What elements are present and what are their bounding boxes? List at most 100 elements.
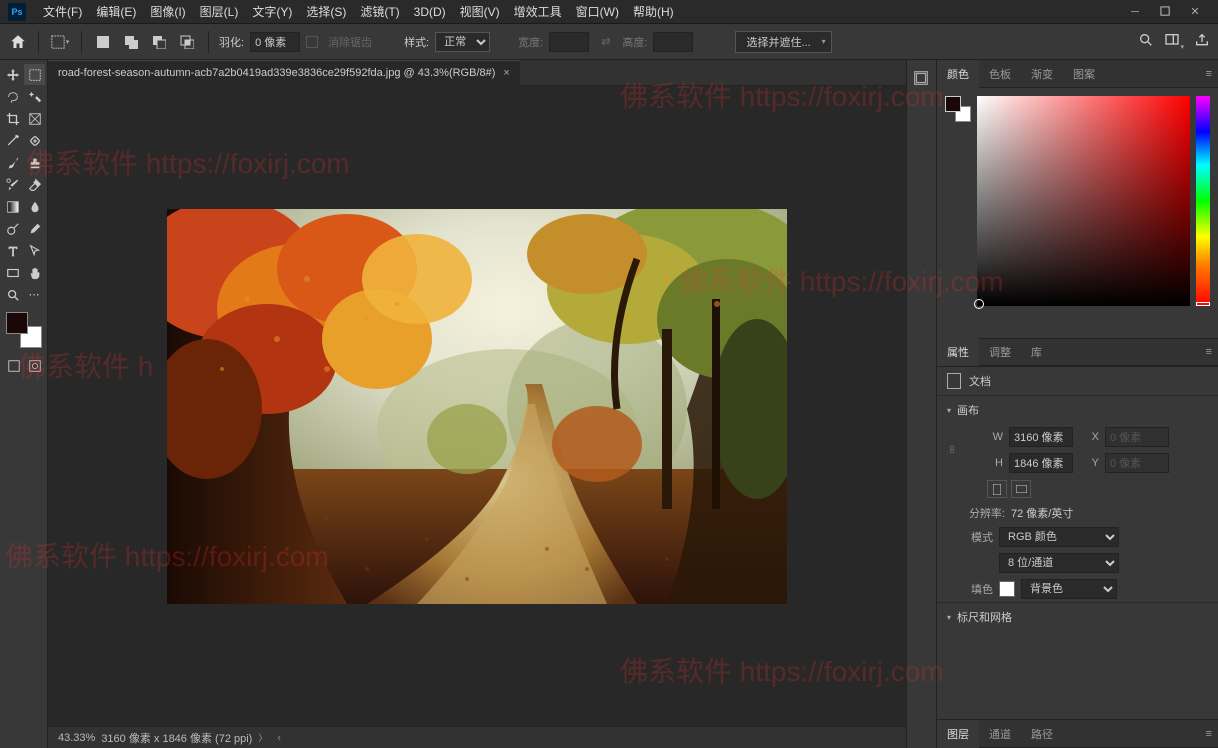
document-type-icon <box>947 373 961 389</box>
dock-history-icon[interactable] <box>909 66 933 90</box>
boolean-new-icon[interactable] <box>92 31 114 53</box>
antialias-checkbox[interactable] <box>306 36 318 48</box>
home-icon[interactable] <box>8 32 28 52</box>
canvas-width-input[interactable] <box>1009 427 1073 447</box>
select-and-mask-button[interactable]: 选择并遮住... <box>735 31 831 53</box>
dodge-tool[interactable] <box>2 218 23 239</box>
lasso-tool[interactable] <box>2 86 23 107</box>
hue-slider[interactable] <box>1196 96 1210 306</box>
color-mode-select[interactable]: RGB 颜色 <box>999 527 1119 547</box>
zoom-tool[interactable] <box>2 284 23 305</box>
color-swatch[interactable] <box>6 312 42 348</box>
document-tab[interactable]: road-forest-season-autumn-acb7a2b0419ad3… <box>48 60 520 86</box>
boolean-intersect-icon[interactable] <box>176 31 198 53</box>
orientation-landscape-icon[interactable] <box>1011 480 1031 498</box>
props-doc-label: 文档 <box>969 373 991 389</box>
zoom-readout[interactable]: 43.33% <box>58 732 95 744</box>
window-maximize-button[interactable] <box>1150 2 1180 22</box>
menu-select[interactable]: 选择(S) <box>299 3 353 20</box>
swap-wh-icon[interactable]: ⇄ <box>601 35 610 48</box>
eyedropper-tool[interactable] <box>2 130 23 151</box>
healing-tool[interactable] <box>24 130 45 151</box>
height-label: 高度: <box>622 34 647 50</box>
type-tool[interactable] <box>2 240 23 261</box>
tab-adjustments[interactable]: 调整 <box>979 338 1021 366</box>
tab-gradients[interactable]: 渐变 <box>1021 60 1063 88</box>
style-select[interactable]: 正常 <box>435 32 490 52</box>
color-panel <box>937 88 1218 338</box>
canvas-y-input <box>1105 453 1169 473</box>
link-wh-icon[interactable]: 𝟾 <box>945 444 959 457</box>
workspace-icon[interactable]: ▾ <box>1164 32 1184 51</box>
eraser-tool[interactable] <box>24 174 45 195</box>
menu-edit[interactable]: 编辑(E) <box>89 3 143 20</box>
feather-input[interactable] <box>250 32 300 52</box>
menu-type[interactable]: 文字(Y) <box>245 3 299 20</box>
history-brush-tool[interactable] <box>2 174 23 195</box>
search-icon[interactable] <box>1138 32 1154 51</box>
marquee-preset-icon[interactable]: ▾ <box>49 31 71 53</box>
menu-file[interactable]: 文件(F) <box>36 3 89 20</box>
menu-filter[interactable]: 滤镜(T) <box>353 3 406 20</box>
rectangle-tool[interactable] <box>2 262 23 283</box>
tool-palette: ⋯ <box>0 60 48 748</box>
foreground-color-icon[interactable] <box>6 312 28 334</box>
menu-view[interactable]: 视图(V) <box>453 3 507 20</box>
ps-logo-icon: Ps <box>8 3 26 21</box>
panel-menu-icon-2[interactable]: ≡ <box>1200 346 1218 358</box>
canvas-viewport[interactable] <box>48 86 906 726</box>
frame-tool[interactable] <box>24 108 45 129</box>
section-rulers-header[interactable]: ▾标尺和网格 <box>937 603 1218 631</box>
menu-window[interactable]: 窗口(W) <box>569 3 626 20</box>
standard-mode-icon[interactable] <box>4 355 24 376</box>
status-menu-icon[interactable]: 〉 <box>258 731 267 744</box>
color-panel-swatch[interactable] <box>945 96 971 122</box>
section-canvas-header[interactable]: ▾画布 <box>937 396 1218 424</box>
menu-image[interactable]: 图像(I) <box>143 3 192 20</box>
hand-tool[interactable] <box>24 262 45 283</box>
fill-select[interactable]: 背景色 <box>1021 579 1117 599</box>
boolean-add-icon[interactable] <box>120 31 142 53</box>
canvas-height-input[interactable] <box>1009 453 1073 473</box>
path-select-tool[interactable] <box>24 240 45 261</box>
menu-plugins[interactable]: 增效工具 <box>507 3 569 20</box>
tab-swatches[interactable]: 色板 <box>979 60 1021 88</box>
tab-channels[interactable]: 通道 <box>979 720 1021 748</box>
panel-menu-icon[interactable]: ≡ <box>1200 68 1218 80</box>
more-tool[interactable]: ⋯ <box>24 284 45 305</box>
panel-menu-icon-3[interactable]: ≡ <box>1200 728 1218 740</box>
menu-help[interactable]: 帮助(H) <box>626 3 681 20</box>
tab-patterns[interactable]: 图案 <box>1063 60 1105 88</box>
move-tool[interactable] <box>2 64 23 85</box>
bit-depth-select[interactable]: 8 位/通道 <box>999 553 1119 573</box>
menu-3d[interactable]: 3D(D) <box>407 5 453 19</box>
share-icon[interactable] <box>1194 32 1210 51</box>
orientation-portrait-icon[interactable] <box>987 480 1007 498</box>
boolean-subtract-icon[interactable] <box>148 31 170 53</box>
tab-paths[interactable]: 路径 <box>1021 720 1063 748</box>
marquee-tool[interactable] <box>24 64 45 85</box>
fill-swatch-icon[interactable] <box>999 581 1015 597</box>
status-bar: 43.33% 3160 像素 x 1846 像素 (72 ppi) 〉 ‹ <box>48 726 906 748</box>
stamp-tool[interactable] <box>24 152 45 173</box>
menu-layer[interactable]: 图层(L) <box>193 3 246 20</box>
tab-properties[interactable]: 属性 <box>937 338 979 366</box>
width-input <box>549 32 589 52</box>
properties-panel: 文档 ▾画布 𝟾 W X <box>937 366 1218 719</box>
wand-tool[interactable] <box>24 86 45 107</box>
window-minimize-button[interactable]: ─ <box>1120 2 1150 22</box>
pen-tool[interactable] <box>24 218 45 239</box>
close-tab-icon[interactable]: × <box>503 67 509 79</box>
crop-tool[interactable] <box>2 108 23 129</box>
tab-layers[interactable]: 图层 <box>937 720 979 748</box>
brush-tool[interactable] <box>2 152 23 173</box>
tab-color[interactable]: 颜色 <box>937 60 979 88</box>
tab-libraries[interactable]: 库 <box>1021 338 1052 366</box>
blur-tool[interactable] <box>24 196 45 217</box>
document-tab-title: road-forest-season-autumn-acb7a2b0419ad3… <box>58 67 495 79</box>
gradient-tool[interactable] <box>2 196 23 217</box>
window-close-button[interactable]: ✕ <box>1180 2 1210 22</box>
color-field[interactable] <box>977 96 1190 306</box>
menu-bar: Ps 文件(F) 编辑(E) 图像(I) 图层(L) 文字(Y) 选择(S) 滤… <box>0 0 1218 24</box>
quickmask-mode-icon[interactable] <box>25 355 45 376</box>
